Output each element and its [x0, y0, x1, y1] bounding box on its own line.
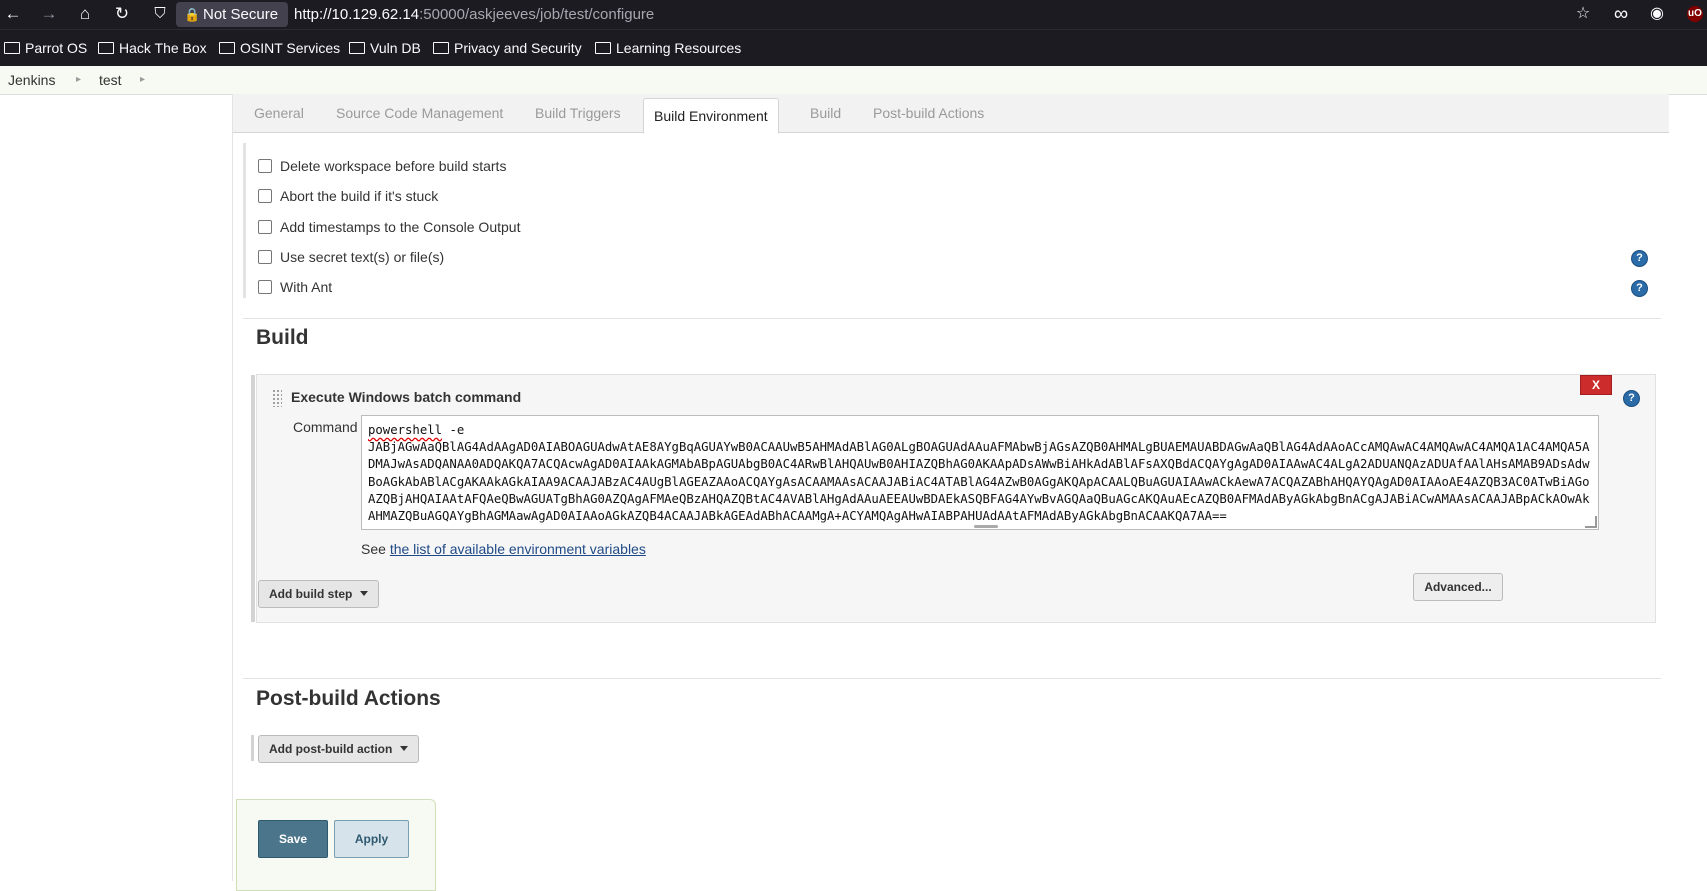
section-rule	[251, 735, 254, 761]
option-label: Abort the build if it's stuck	[280, 188, 439, 204]
bookmarks-bar: Parrot OS Hack The Box OSINT Services Vu…	[0, 29, 1707, 66]
infinity-icon[interactable]: ∞	[1609, 3, 1633, 25]
site-security-indicator[interactable]: 🔒 Not Secure	[176, 2, 288, 27]
option-label: With Ant	[280, 279, 333, 295]
breadcrumb-jenkins[interactable]: Jenkins	[8, 66, 55, 94]
folder-icon	[219, 42, 235, 54]
tab-build[interactable]: Build	[810, 94, 841, 132]
checkbox[interactable]	[258, 250, 272, 264]
env-vars-link[interactable]: the list of available environment variab…	[390, 541, 646, 557]
tab-source-code-management[interactable]: Source Code Management	[336, 94, 503, 132]
checkbox[interactable]	[258, 220, 272, 234]
option-label: Add timestamps to the Console Output	[280, 219, 521, 235]
command-executable: powershell	[368, 423, 443, 437]
folder-icon	[98, 42, 114, 54]
save-button[interactable]: Save	[258, 820, 328, 858]
command-text: powershell -e JABjAGwAaQBlAG4AdAAgAD0AIA…	[368, 422, 1592, 525]
account-icon[interactable]: ◉	[1645, 3, 1669, 25]
command-textarea[interactable]: powershell -e JABjAGwAaQBlAG4AdAAgAD0AIA…	[361, 415, 1599, 530]
help-icon[interactable]: ?	[1631, 250, 1648, 267]
help-icon[interactable]: ?	[1631, 280, 1648, 297]
url-path: :50000/askjeeves/job/test/configure	[419, 6, 655, 23]
browser-toolbar: ← → ⌂ ↻ ⛉ 🔒 Not Secure http://10.129.62.…	[0, 0, 1707, 29]
resize-handle-icon[interactable]	[1585, 516, 1597, 528]
divider	[243, 318, 1661, 319]
add-build-step-button[interactable]: Add build step	[258, 580, 380, 608]
bookmark-privacy-and-security[interactable]: Privacy and Security	[433, 30, 582, 66]
tab-general[interactable]: General	[254, 94, 304, 132]
checkbox[interactable]	[258, 280, 272, 294]
not-secure-label: Not Secure	[203, 6, 279, 23]
reload-icon[interactable]: ↻	[110, 3, 134, 25]
apply-button[interactable]: Apply	[334, 820, 409, 858]
textarea-scrollbar[interactable]	[974, 525, 998, 528]
caret-down-icon	[400, 746, 409, 751]
bookmark-label: Privacy and Security	[454, 40, 582, 56]
post-build-section-title: Post-build Actions	[256, 687, 441, 710]
job-config-form: General Source Code Management Build Tri…	[232, 94, 1669, 891]
build-section-title: Build	[256, 326, 309, 349]
home-icon[interactable]: ⌂	[73, 3, 97, 25]
section-rule	[251, 580, 254, 606]
command-payload: JABjAGwAaQBlAG4AdAAgAD0AIABOAGUAdwAtAE8A…	[368, 440, 1590, 524]
bookmark-learning-resources[interactable]: Learning Resources	[595, 30, 741, 66]
help-icon[interactable]: ?	[1623, 390, 1640, 407]
bookmark-hack-the-box[interactable]: Hack The Box	[98, 30, 207, 66]
checkbox[interactable]	[258, 159, 272, 173]
checkbox[interactable]	[258, 189, 272, 203]
bookmark-osint-services[interactable]: OSINT Services	[219, 30, 340, 66]
option-label: Use secret text(s) or file(s)	[280, 249, 445, 265]
caret-down-icon	[360, 591, 369, 596]
delete-step-button[interactable]: X	[1580, 375, 1612, 395]
build-step-title: Execute Windows batch command	[291, 389, 522, 405]
address-bar[interactable]: http://10.129.62.14:50000/askjeeves/job/…	[294, 0, 654, 29]
breadcrumb-chevron-icon[interactable]: ▸	[76, 66, 81, 94]
divider	[243, 678, 1661, 679]
button-label: Add build step	[269, 587, 353, 601]
breadcrumb-test[interactable]: test	[99, 66, 122, 94]
bookmark-label: Vuln DB	[370, 40, 421, 56]
folder-icon	[4, 42, 20, 54]
bookmark-label: Learning Resources	[616, 40, 742, 56]
bookmark-label: OSINT Services	[240, 40, 341, 56]
tab-build-triggers[interactable]: Build Triggers	[535, 94, 621, 132]
folder-icon	[595, 42, 611, 54]
env-vars-hint: See the list of available environment va…	[361, 541, 646, 557]
lock-icon: 🔒	[184, 7, 201, 22]
button-label: Add post-build action	[269, 742, 393, 756]
config-tab-bar: General Source Code Management Build Tri…	[233, 94, 1669, 134]
ublock-icon[interactable]: uO	[1687, 6, 1703, 22]
option-with-ant[interactable]: With Ant	[258, 276, 332, 298]
tab-post-build-actions[interactable]: Post-build Actions	[873, 94, 984, 132]
hint-prefix: See	[361, 541, 390, 557]
build-step-windows-batch: Execute Windows batch command X ? Comman…	[251, 374, 1656, 623]
forward-icon[interactable]: →	[37, 3, 61, 25]
section-rule	[243, 143, 246, 298]
breadcrumb: Jenkins ▸ test ▸	[0, 66, 1707, 95]
folder-icon	[349, 42, 365, 54]
form-action-bar: Save Apply	[236, 799, 436, 891]
command-flag: -e	[442, 423, 465, 437]
option-add-timestamps[interactable]: Add timestamps to the Console Output	[258, 216, 520, 238]
option-label: Delete workspace before build starts	[280, 158, 507, 174]
option-abort-if-stuck[interactable]: Abort the build if it's stuck	[258, 185, 438, 207]
drag-handle-icon[interactable]	[272, 389, 282, 407]
advanced-button[interactable]: Advanced...	[1413, 573, 1503, 601]
add-post-build-action-button[interactable]: Add post-build action	[258, 735, 420, 763]
folder-icon	[433, 42, 449, 54]
command-label: Command	[293, 419, 358, 435]
bookmark-label: Hack The Box	[119, 40, 207, 56]
bookmark-parrot-os[interactable]: Parrot OS	[4, 30, 87, 66]
bookmark-label: Parrot OS	[25, 40, 88, 56]
url-host: http://10.129.62.14	[294, 6, 420, 23]
option-use-secret[interactable]: Use secret text(s) or file(s)	[258, 246, 444, 268]
option-delete-workspace[interactable]: Delete workspace before build starts	[258, 155, 506, 177]
back-icon[interactable]: ←	[1, 3, 25, 25]
shield-icon[interactable]: ⛉	[148, 3, 172, 25]
breadcrumb-chevron-icon[interactable]: ▸	[140, 66, 145, 94]
star-icon[interactable]: ☆	[1571, 3, 1595, 25]
bookmark-vuln-db[interactable]: Vuln DB	[349, 30, 421, 66]
tab-build-environment[interactable]: Build Environment	[643, 98, 779, 134]
